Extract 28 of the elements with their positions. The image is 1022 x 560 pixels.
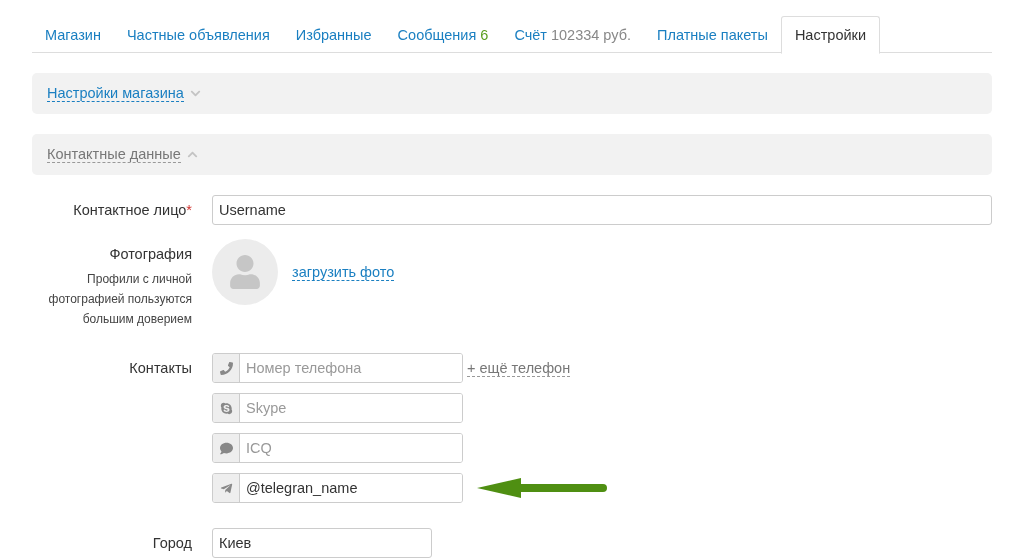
- section-title[interactable]: Контактные данные: [47, 146, 181, 163]
- tab[interactable]: Магазин: [32, 16, 114, 53]
- field-label: Контакты: [128, 359, 192, 378]
- paper-plane-icon: [219, 481, 233, 495]
- skype-field[interactable]: Skype: [212, 393, 463, 423]
- phone-field[interactable]: Номер телефона: [212, 353, 463, 383]
- tab[interactable]: Частные объявления: [113, 16, 283, 53]
- skype-icon: [219, 401, 233, 415]
- section-title[interactable]: Настройки магазина: [47, 85, 184, 102]
- user-icon: [228, 255, 262, 289]
- city-field[interactable]: Киев: [212, 528, 432, 558]
- speech-bubble-icon: [219, 441, 233, 455]
- photo-hint: Профили с личной фотографией пользуются большим доверием: [47, 271, 192, 328]
- contact-person-field[interactable]: Username: [212, 195, 992, 225]
- tab[interactable]: Счёт 102334 руб.: [501, 16, 644, 53]
- required-mark: *: [186, 202, 192, 218]
- field-label: Город: [151, 534, 192, 553]
- field-label: Контактное лицо*: [72, 201, 192, 220]
- telegram-field[interactable]: @telegran_name: [212, 473, 463, 503]
- tab[interactable]: Сообщения 6: [384, 16, 502, 53]
- icq-field[interactable]: ICQ: [212, 433, 463, 463]
- tab[interactable]: Настройки: [780, 16, 880, 54]
- add-phone-link[interactable]: + ещё телефон: [467, 359, 571, 377]
- field-label: Фотография: [109, 245, 192, 264]
- tab[interactable]: Избранные: [282, 16, 385, 53]
- tab[interactable]: Платные пакеты: [644, 16, 781, 53]
- phone-icon: [219, 361, 233, 375]
- upload-photo-link[interactable]: загрузить фото: [292, 263, 395, 281]
